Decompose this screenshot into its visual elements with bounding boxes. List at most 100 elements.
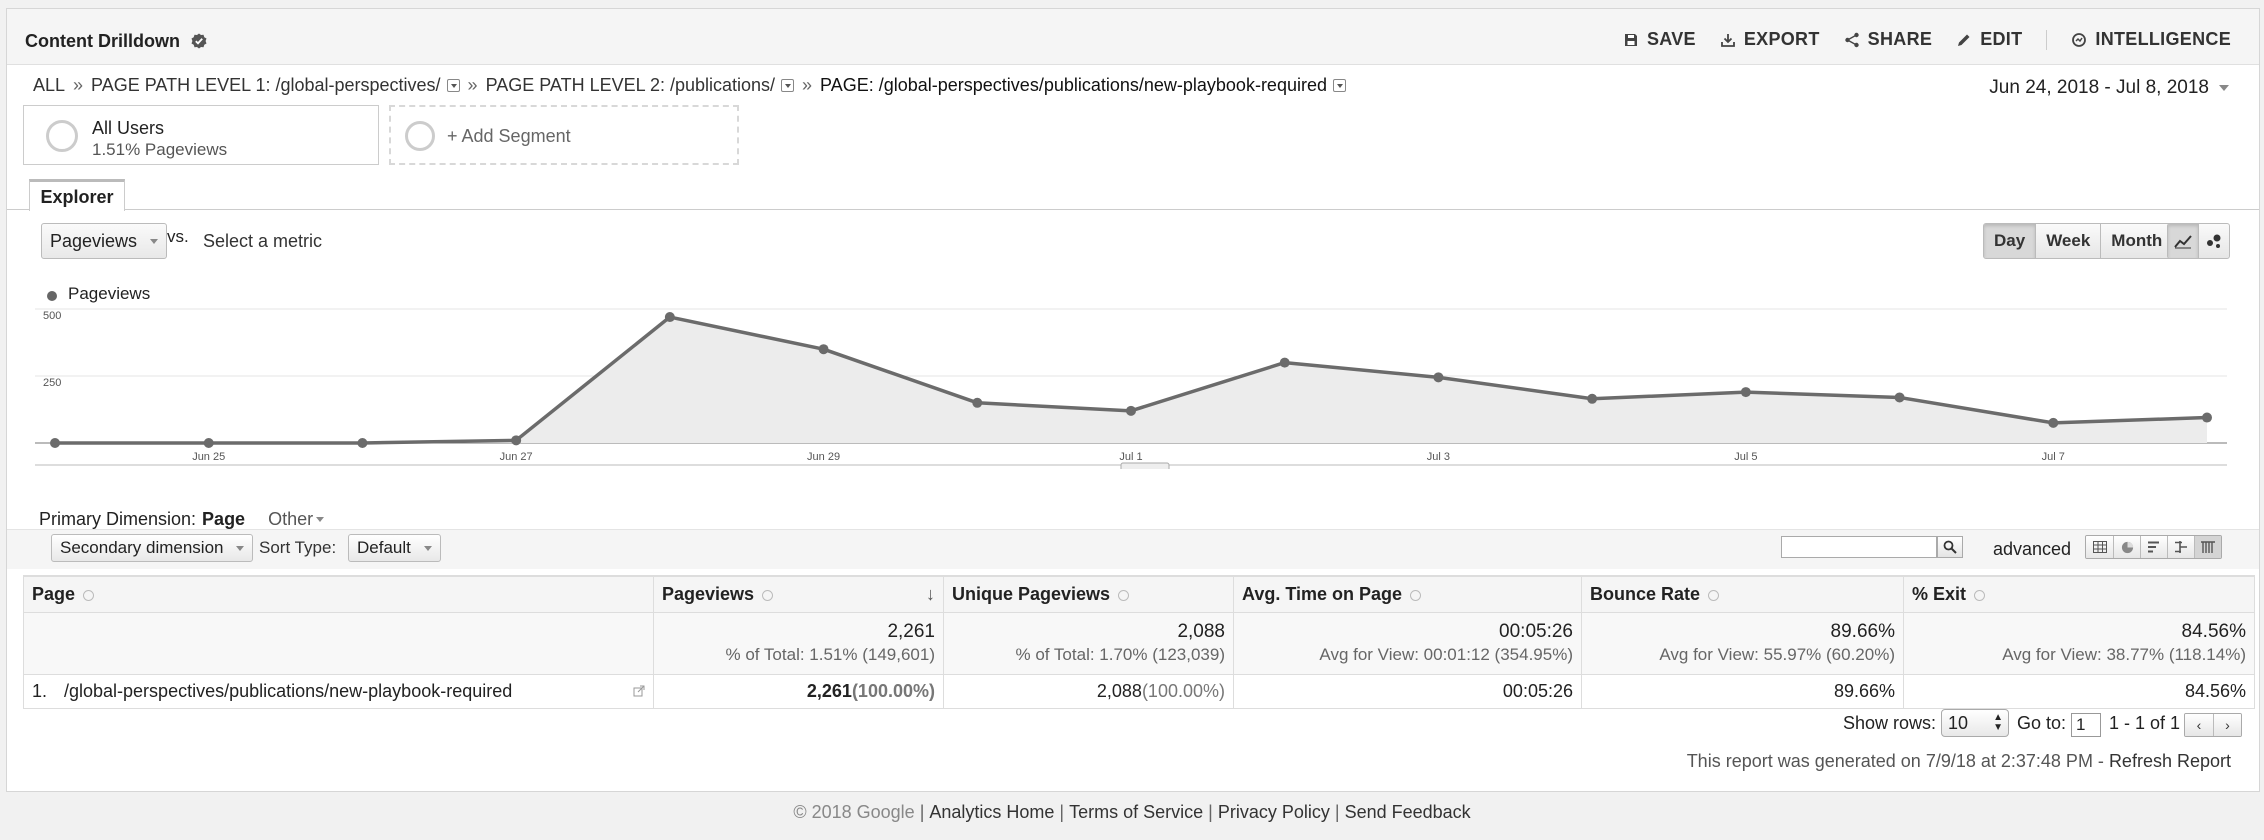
week-button[interactable]: Week [2035,224,2100,258]
report-title: Content Drilldown [25,31,207,52]
x-tick-label: Jul 3 [1427,451,1450,463]
date-range-picker[interactable]: Jun 24, 2018 - Jul 8, 2018 [1989,77,2229,99]
chart-resize-handle [1120,462,1170,469]
stepper-icon: ▲ ▼ [1993,712,2003,733]
granularity-toggle: Day Week Month [1983,223,2174,259]
show-rows-select[interactable]: 10 ▲ ▼ [1941,709,2009,737]
search-button[interactable] [1937,536,1963,558]
secondary-dimension-select[interactable]: Secondary dimension [51,534,254,562]
footer-link-privacy[interactable]: Privacy Policy [1218,802,1330,822]
intelligence-button[interactable]: INTELLIGENCE [2071,29,2231,50]
performance-view-button[interactable] [2140,536,2167,558]
report-actions: SAVE EXPORT SHARE EDIT INTELLIGENCE [1623,29,2231,50]
row-page-link[interactable]: /global-perspectives/publications/new-pl… [64,681,512,702]
select-metric-link[interactable]: Select a metric [203,231,322,252]
pie-icon [2121,541,2133,553]
sort-desc-icon: ↓ [926,583,935,604]
data-point [357,438,368,448]
breadcrumb-level2[interactable]: PAGE PATH LEVEL 2: /publications/ [486,75,775,96]
level2-dropdown-icon[interactable] [781,79,795,92]
col-header-page[interactable]: Page [23,575,654,613]
x-tick-label: Jul 1 [1119,451,1142,463]
footer-link-terms[interactable]: Terms of Service [1069,802,1203,822]
totals-unique: 2,088% of Total: 1.70% (123,039) [943,611,1234,675]
share-button[interactable]: SHARE [1844,29,1933,50]
share-icon [1844,32,1859,47]
prev-page-button[interactable]: ‹ [2185,714,2213,736]
table-row: 1. /global-perspectives/publications/new… [23,673,2255,709]
help-icon[interactable] [762,589,774,601]
y-tick-label: 250 [43,377,61,389]
data-point [1126,405,1136,416]
save-button[interactable]: SAVE [1623,29,1696,50]
footer-link-feedback[interactable]: Send Feedback [1345,802,1471,822]
page-dropdown-icon[interactable] [1332,79,1346,92]
pivot-view-button[interactable] [2194,536,2221,558]
breadcrumb: ALL » PAGE PATH LEVEL 1: /global-perspec… [33,75,1346,96]
help-icon[interactable] [1118,589,1130,601]
breadcrumb-separator: » [802,75,813,95]
dimension-page[interactable]: Page [202,509,245,529]
sort-type-select[interactable]: Default [348,534,441,562]
breadcrumb-separator: » [73,75,84,95]
totals-bounce: 89.66% Avg for View: 55.97% (60.20%) [1581,611,1904,675]
bar-list-icon [2148,541,2159,553]
report-generated-note: This report was generated on 7/9/18 at 2… [1686,751,2231,771]
footer-link-analytics-home[interactable]: Analytics Home [929,802,1054,822]
line-chart-button[interactable] [2168,224,2198,258]
x-tick-label: Jul 7 [2042,451,2065,463]
segment-share: 1.51% Pageviews [92,140,228,159]
month-button[interactable]: Month [2100,224,2172,258]
help-icon[interactable] [1708,589,1720,601]
pie-view-button[interactable] [2113,536,2140,558]
pagination-range: 1 - 1 of 1 [2109,713,2181,733]
add-segment-button[interactable]: + Add Segment [389,105,739,165]
next-page-button[interactable]: › [2213,714,2241,736]
edit-button[interactable]: EDIT [1956,29,2022,50]
chevron-down-icon [423,545,432,551]
help-icon[interactable] [1974,589,1986,601]
pivot-icon [2201,541,2215,553]
data-point [1587,393,1598,404]
breadcrumb-level1[interactable]: PAGE PATH LEVEL 1: /global-perspectives/ [91,75,441,96]
metric-select[interactable]: Pageviews [41,223,168,259]
level1-dropdown-icon[interactable] [446,79,460,92]
export-button[interactable]: EXPORT [1720,29,1820,50]
dimension-other[interactable]: Other [268,509,325,529]
help-icon[interactable] [1410,589,1422,601]
col-header-pageviews[interactable]: Pageviews ↓ [653,575,944,613]
data-point [50,438,60,448]
chart-type-toggle [2167,223,2230,259]
col-header-exit[interactable]: % Exit [1903,575,2255,613]
col-header-avg-time[interactable]: Avg. Time on Page [1233,575,1582,613]
motion-chart-button[interactable] [2198,224,2229,258]
report-panel: Content Drilldown SAVE EXPORT SHARE EDIT [6,8,2260,792]
goto-input[interactable]: 1 [2071,713,2101,737]
comparison-icon [2175,541,2187,553]
data-point [1894,392,1905,403]
external-link-icon[interactable] [633,685,645,697]
sort-type-label: Sort Type: [259,538,337,557]
totals-avg-time: 00:05:26 Avg for View: 00:01:12 (354.95%) [1233,611,1582,675]
day-button[interactable]: Day [1984,224,2036,258]
segment-all-users[interactable]: All Users 1.51% Pageviews [23,105,379,165]
col-header-bounce-rate[interactable]: Bounce Rate [1581,575,1904,613]
data-point [972,397,983,408]
advanced-filter-link[interactable]: advanced [1993,539,2071,560]
col-header-unique-pageviews[interactable]: Unique Pageviews [943,575,1234,613]
breadcrumb-page: PAGE: /global-perspectives/publications/… [820,75,1327,95]
help-icon[interactable] [83,589,95,601]
comparison-view-button[interactable] [2167,536,2194,558]
data-table-view-button[interactable] [2086,536,2113,558]
x-tick-label: Jun 27 [500,451,533,463]
grid-icon [2092,541,2107,553]
line-chart-icon [2174,235,2192,249]
breadcrumb-all[interactable]: ALL [33,75,65,96]
motion-chart-icon [2207,234,2221,248]
data-point [511,435,522,446]
tab-explorer[interactable]: Explorer [29,179,125,211]
table-search-input[interactable] [1781,536,1937,558]
totals-exit: 84.56% Avg for View: 38.77% (118.14%) [1903,611,2255,675]
add-segment-label: + Add Segment [447,126,571,146]
refresh-report-link[interactable]: Refresh Report [2109,751,2231,771]
